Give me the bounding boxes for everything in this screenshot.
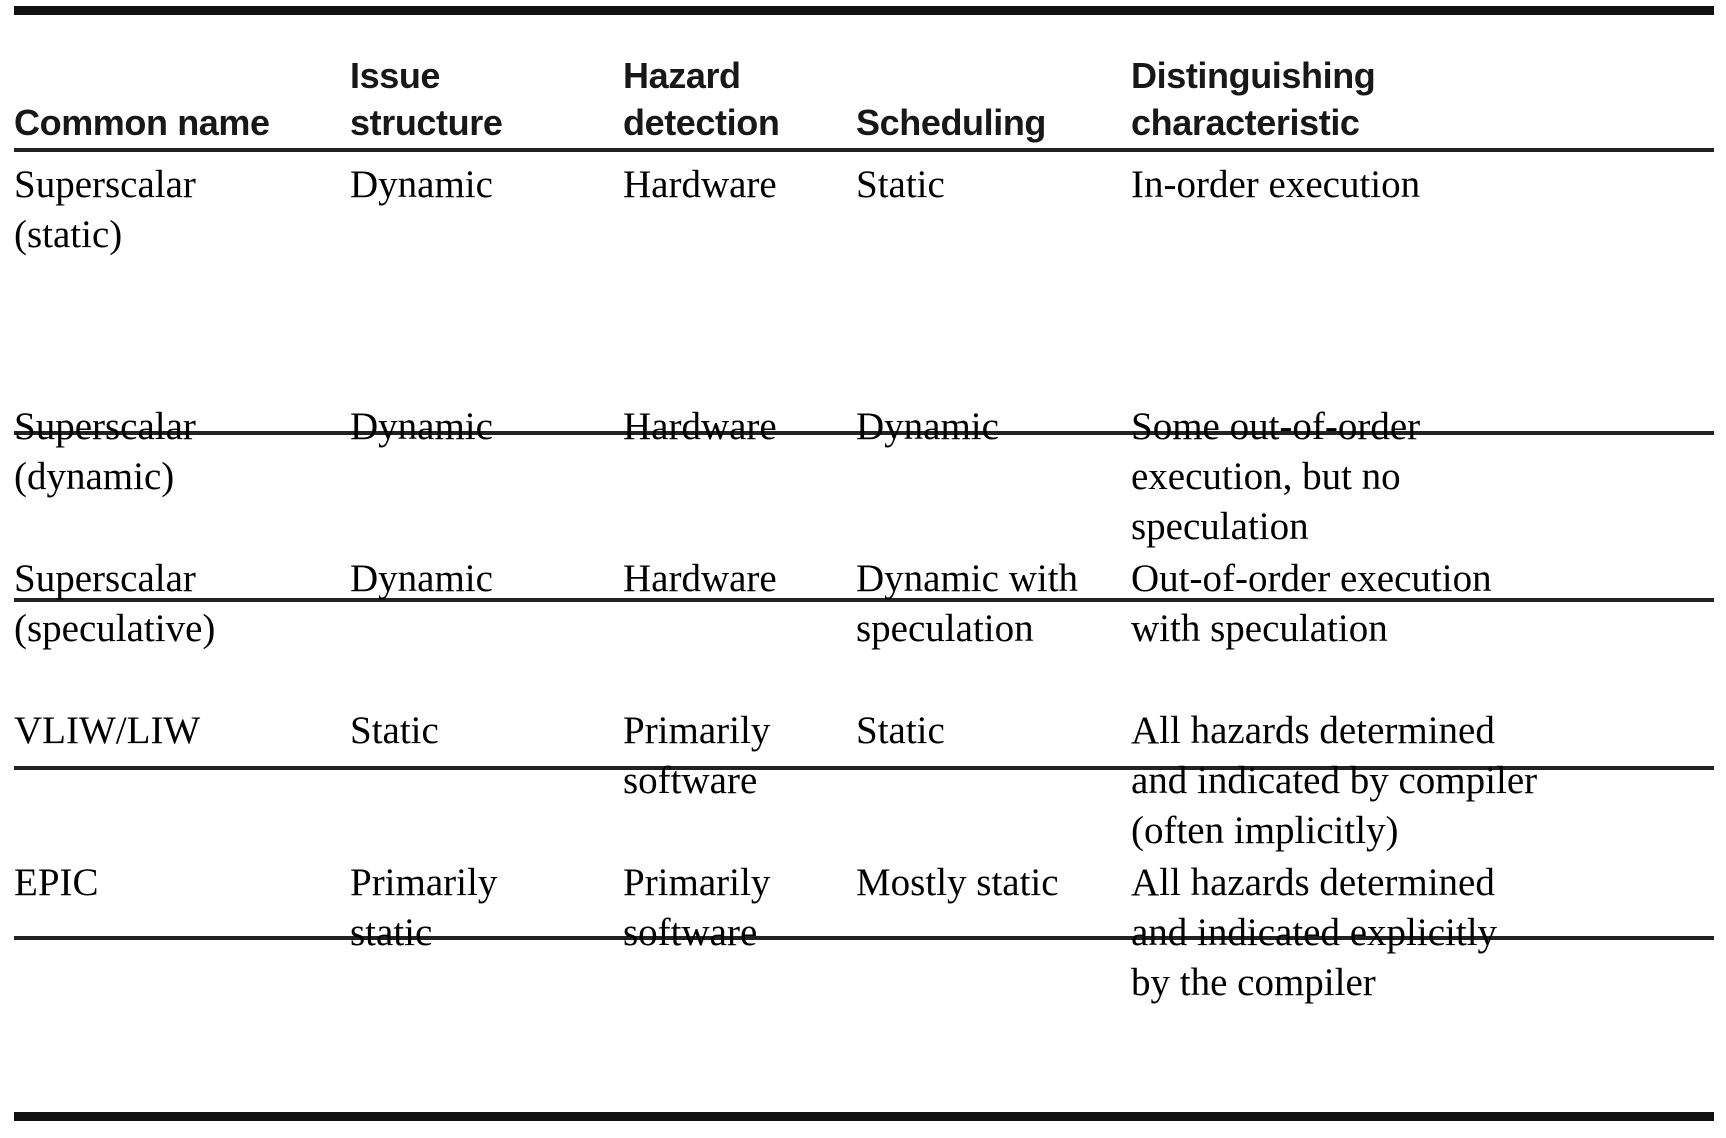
cell-distinguishing-characteristic: In-order execution [1131,163,1421,206]
table-row: Superscalar (dynamic) Dynamic Hardware D… [0,402,1726,566]
cell-hazard-detection: Primarily software [623,861,771,954]
cell-issue-structure: Dynamic [350,405,493,448]
cell-common-name: Superscalar (static) [14,163,196,256]
table-row: Superscalar (speculative) Dynamic Hardwa… [0,554,1726,718]
cell-scheduling: Static [856,709,945,752]
cell-distinguishing-characteristic: All hazards determined and indicated by … [1131,709,1538,852]
column-header-hazard-detection: Hazard detection [623,55,780,143]
cell-issue-structure: Static [350,709,439,752]
table-row: EPIC Primarily static Primarily software… [0,858,1726,1108]
column-header-common-name: Common name [14,102,270,143]
header-separator-rule [14,148,1714,152]
cell-scheduling: Dynamic with speculation [856,557,1079,650]
cell-hazard-detection: Primarily software [623,709,771,802]
table-row: Superscalar (static) Dynamic Hardware St… [0,160,1726,428]
table-header-row: Common name Issue structure Hazard detec… [0,20,1726,146]
table-bottom-border [14,1112,1714,1121]
column-header-distinguishing-characteristic: Distinguishing characteristic [1131,55,1376,143]
column-header-issue-structure: Issue structure [350,55,503,143]
cell-common-name: Superscalar (dynamic) [14,405,196,498]
cell-distinguishing-characteristic: Some out-of-order execution, but no spec… [1131,405,1421,548]
cell-issue-structure: Primarily static [350,861,498,954]
cell-issue-structure: Dynamic [350,163,493,206]
cell-scheduling: Mostly static [856,861,1059,904]
comparison-table: Common name Issue structure Hazard detec… [0,0,1726,1138]
cell-hazard-detection: Hardware [623,557,777,600]
cell-hazard-detection: Hardware [623,163,777,206]
cell-distinguishing-characteristic: Out-of-order execution with speculation [1131,557,1492,650]
cell-issue-structure: Dynamic [350,557,493,600]
cell-distinguishing-characteristic: All hazards determined and indicated exp… [1131,861,1498,1004]
cell-common-name: Superscalar (speculative) [14,557,216,650]
column-header-scheduling: Scheduling [856,102,1047,143]
table-top-border [14,6,1714,15]
cell-hazard-detection: Hardware [623,405,777,448]
cell-scheduling: Dynamic [856,405,999,448]
cell-scheduling: Static [856,163,945,206]
table-row: VLIW/LIW Static Primarily software Stati… [0,706,1726,872]
cell-common-name: VLIW/LIW [14,709,201,752]
cell-common-name: EPIC [14,861,99,904]
